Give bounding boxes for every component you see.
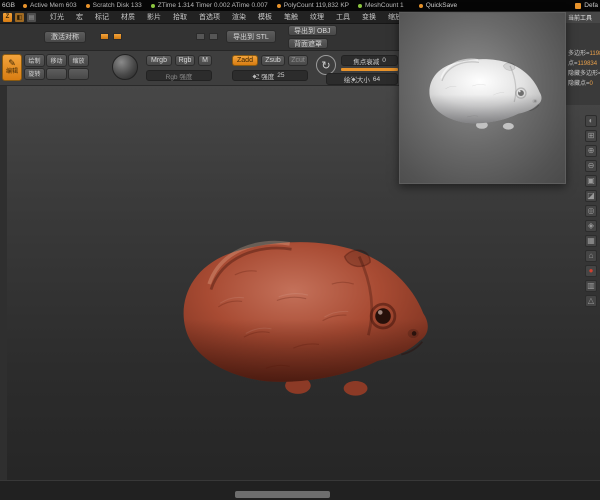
- tool-preview-popup[interactable]: [399, 12, 566, 184]
- mesh-stats: 多边形=119832 点=119834 隐藏多边形=0 隐藏点=0: [566, 49, 600, 89]
- script-icon: [575, 2, 582, 9]
- mode-button-grid: 绘制 移动 缩放 旋转: [24, 54, 92, 81]
- symmetry-x-button[interactable]: [100, 33, 109, 40]
- menu-macro[interactable]: 宏: [70, 12, 89, 22]
- free-mem-readout: 6GB: [2, 2, 16, 9]
- menu-stencil[interactable]: 模板: [252, 12, 278, 22]
- local-symmetry-icon[interactable]: ◈: [585, 220, 597, 232]
- actual-size-icon[interactable]: ▣: [585, 175, 597, 187]
- m-button[interactable]: M: [198, 55, 212, 66]
- hidden-points-stat: 隐藏点=0: [568, 81, 593, 87]
- projection-master-icon[interactable]: ◧: [15, 12, 24, 22]
- lightbox-icon[interactable]: ▤: [27, 12, 36, 22]
- draw-size-slider[interactable]: 绘制大小 64: [326, 73, 398, 85]
- material-thumbnail[interactable]: [112, 54, 138, 80]
- menu-texture[interactable]: 纹理: [304, 12, 330, 22]
- left-tray-divider: [0, 86, 7, 480]
- zcut-button[interactable]: Zcut: [288, 55, 308, 66]
- edit-mode-button[interactable]: ✎ 编辑: [2, 54, 22, 81]
- polycount-readout: PolyCount 119,832 KP: [276, 2, 349, 9]
- status-dot-icon: [85, 3, 90, 8]
- perspective-icon[interactable]: △: [585, 295, 597, 307]
- polygons-stat: 多边形=119832: [568, 51, 600, 57]
- quicksave-button[interactable]: QuickSave: [418, 2, 457, 9]
- points-stat: 点=119834: [568, 61, 598, 67]
- menu-marker[interactable]: 标记: [89, 12, 115, 22]
- ztime-readout: ZTime 1.314 Timer 0.002 ATime 0.007: [150, 2, 268, 9]
- tool-preview-model: [429, 58, 542, 130]
- z-intensity-slider[interactable]: Z 强度 25: [232, 70, 308, 81]
- bpr-render-icon[interactable]: ◐: [585, 115, 597, 127]
- record-turntable-icon[interactable]: ●: [585, 265, 597, 277]
- home-icon[interactable]: ⌂: [585, 250, 597, 262]
- shelf-button-blank-1[interactable]: [46, 67, 67, 80]
- title-bar: 6GB Active Mem 603 Scratch Disk 133 ZTim…: [0, 0, 600, 11]
- symmetry-y-button[interactable]: [113, 33, 122, 40]
- mrgb-button[interactable]: Mrgb: [146, 55, 172, 66]
- move-mode-button[interactable]: 移动: [46, 54, 67, 67]
- zadd-button[interactable]: Zadd: [232, 55, 258, 66]
- meshcount-readout: MeshCount 1: [358, 2, 404, 9]
- titlebar-right-label[interactable]: Defa: [575, 2, 598, 9]
- menu-tool[interactable]: 工具: [330, 12, 356, 22]
- draw-mode-button[interactable]: 绘制: [24, 54, 45, 67]
- frame-mesh-icon[interactable]: ◎: [585, 205, 597, 217]
- menu-transform[interactable]: 变换: [356, 12, 382, 22]
- zoom-in-icon[interactable]: ⊕: [585, 145, 597, 157]
- menu-movie[interactable]: 影片: [141, 12, 167, 22]
- menu-stroke[interactable]: 笔触: [278, 12, 304, 22]
- bottom-bar: [0, 480, 600, 500]
- zbrush-window: 6GB Active Mem 603 Scratch Disk 133 ZTim…: [0, 0, 600, 500]
- status-dot-icon: [23, 3, 28, 8]
- activate-symmetry-button[interactable]: 激活对称: [44, 31, 86, 43]
- gyro-icon[interactable]: ↻: [316, 55, 336, 75]
- pen-icon: ✎: [8, 58, 16, 69]
- menu-light[interactable]: 灯光: [44, 12, 70, 22]
- scroll-document-icon[interactable]: ⊞: [585, 130, 597, 142]
- status-dot-icon: [150, 3, 155, 8]
- zsub-button[interactable]: Zsub: [261, 55, 285, 66]
- active-mem-readout: Active Mem 603: [23, 2, 77, 9]
- antialias-half-icon[interactable]: ◪: [585, 190, 597, 202]
- status-dot-icon: [418, 3, 423, 8]
- status-dot-icon: [358, 3, 363, 8]
- menu-picker[interactable]: 拾取: [167, 12, 193, 22]
- toggle-button-1[interactable]: [196, 33, 205, 40]
- export-obj-button[interactable]: 导出到 OBJ: [288, 25, 337, 36]
- scale-mode-button[interactable]: 缩放: [68, 54, 89, 67]
- backface-mask-button[interactable]: 背面遮罩: [288, 38, 328, 49]
- focal-shift-track[interactable]: [341, 68, 398, 71]
- toggle-button-2[interactable]: [209, 33, 218, 40]
- tool-tray: 当前工具 多边形=119832 点=119834 隐藏多边形=0 隐藏点=0: [565, 12, 600, 105]
- bottom-tray-handle[interactable]: [235, 491, 330, 498]
- shelf-button-blank-2[interactable]: [68, 67, 89, 80]
- scratch-disk-readout: Scratch Disk 133: [85, 2, 142, 9]
- menu-material[interactable]: 材质: [115, 12, 141, 22]
- hidden-polygons-stat: 隐藏多边形=0: [568, 71, 600, 77]
- sculpt-model-guinea-pig[interactable]: [165, 220, 440, 403]
- rotate-mode-button[interactable]: 旋转: [24, 67, 45, 80]
- menu-items: 灯光 宏 标记 材质 影片 拾取 首选项 渲染 模板 笔触 纹理 工具 变换 缩…: [44, 12, 408, 22]
- export-stl-button[interactable]: 导出到 STL: [226, 30, 276, 43]
- status-dot-icon: [276, 3, 281, 8]
- rgb-intensity-slider[interactable]: Rgb 强度: [146, 70, 212, 81]
- rgb-button[interactable]: Rgb: [175, 55, 195, 66]
- floor-grid-icon[interactable]: ▥: [585, 280, 597, 292]
- zbrush-logo-icon[interactable]: Z: [3, 12, 12, 22]
- menu-render[interactable]: 渲染: [226, 12, 252, 22]
- focal-shift-slider[interactable]: 焦点衰减 0: [341, 55, 398, 66]
- menu-preferences[interactable]: 首选项: [193, 12, 226, 22]
- current-tool-header[interactable]: 当前工具: [566, 12, 600, 23]
- zoom-out-icon[interactable]: ⊖: [585, 160, 597, 172]
- see-through-icon[interactable]: ▦: [585, 235, 597, 247]
- right-shelf: ◐ ⊞ ⊕ ⊖ ▣ ◪ ◎ ◈ ▦ ⌂ ● ▥ △: [585, 115, 597, 307]
